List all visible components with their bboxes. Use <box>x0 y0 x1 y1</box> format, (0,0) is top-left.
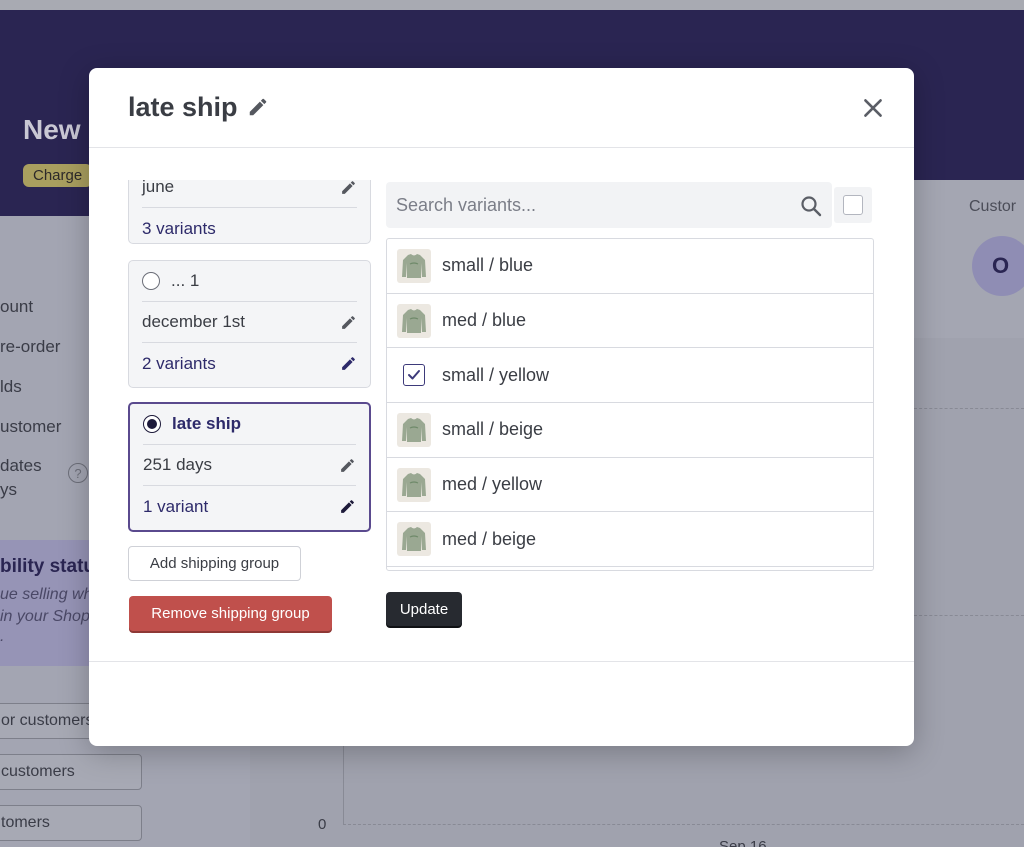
pencil-icon[interactable] <box>339 498 356 515</box>
search-icon[interactable] <box>799 194 823 218</box>
pencil-icon[interactable] <box>340 314 357 331</box>
status-badge: Charge <box>23 164 93 187</box>
visibility-text-line: in your Shop <box>0 608 90 625</box>
pencil-icon[interactable] <box>340 180 357 196</box>
variant-search <box>386 182 832 228</box>
customers-button[interactable]: tomers <box>0 805 142 841</box>
group-shipping-row: 251 days <box>143 445 356 486</box>
select-all-checkbox[interactable] <box>834 187 872 223</box>
chart-gridline <box>914 408 1024 409</box>
chart-gridline <box>914 615 1024 616</box>
browser-top-strip <box>0 0 1024 10</box>
group-shipping-row: june <box>142 180 357 208</box>
chart-x-tick: Sep 16 <box>719 838 767 847</box>
variant-row[interactable]: med / beige <box>387 512 873 568</box>
group-variant-count: 3 variants <box>142 218 216 238</box>
group-name-row: ... 1 <box>142 261 357 302</box>
group-variants-row: 1 variant <box>143 486 356 527</box>
variant-row[interactable]: small / blue <box>387 239 873 294</box>
variant-row[interactable]: small / yellow <box>387 348 873 404</box>
sidebar-item-fields[interactable]: lds <box>0 377 22 397</box>
search-input[interactable] <box>386 182 786 228</box>
variant-label: small / blue <box>442 255 534 276</box>
shipping-groups-list: june 3 variants ... 1 december 1st 2 var… <box>127 180 377 540</box>
group-name: late ship <box>172 414 241 433</box>
update-button[interactable]: Update <box>386 592 462 626</box>
shipping-group-card[interactable]: june 3 variants <box>128 180 371 244</box>
modal-footer-divider <box>89 661 914 662</box>
group-variants-row: 2 variants <box>142 343 357 384</box>
group-shipping-days: 251 days <box>143 455 212 474</box>
sidebar-item-updates[interactable]: dates <box>0 456 42 476</box>
sweater-thumbnail-icon <box>397 303 431 338</box>
visibility-status-title: bility statu <box>0 556 96 577</box>
group-variants-row: 3 variants <box>142 208 357 249</box>
modal-title: late ship <box>128 92 238 122</box>
visibility-text-line: . <box>0 628 5 645</box>
pencil-icon[interactable] <box>247 96 269 118</box>
customers-button[interactable]: customers <box>0 754 142 790</box>
group-radio[interactable] <box>142 272 160 290</box>
sidebar-item-pre-order[interactable]: re-order <box>0 337 60 357</box>
sweater-thumbnail-icon <box>397 248 431 283</box>
sidebar-item-customer[interactable]: ustomer <box>0 417 61 437</box>
page-title: New <box>23 114 81 145</box>
variant-label: small / beige <box>442 419 544 440</box>
pencil-icon[interactable] <box>339 457 356 474</box>
shipping-group-card[interactable]: ... 1 december 1st 2 variants <box>128 260 371 388</box>
pencil-icon[interactable] <box>340 355 357 372</box>
group-shipping-date: june <box>142 180 175 196</box>
customers-label: Custor <box>969 198 1017 215</box>
help-icon[interactable]: ? <box>68 463 88 483</box>
variant-row[interactable]: small / beige <box>387 403 873 458</box>
group-name-row: late ship <box>143 404 356 445</box>
remove-shipping-group-button[interactable]: Remove shipping group <box>129 596 332 631</box>
variant-label: med / blue <box>442 310 527 331</box>
sweater-thumbnail-icon <box>397 522 431 557</box>
checkbox-checked-icon[interactable] <box>403 364 425 387</box>
add-shipping-group-button[interactable]: Add shipping group <box>128 546 301 581</box>
chart-y-tick: 0 <box>318 816 327 833</box>
group-radio-selected[interactable] <box>143 415 161 433</box>
chart-x-axis <box>343 824 1024 825</box>
variant-label: med / beige <box>442 528 537 549</box>
variants-list: small / blue med / blue small / yellow smal… <box>386 238 874 571</box>
sidebar-item-updates-sub[interactable]: ys <box>0 480 17 500</box>
variant-row[interactable]: med / blue <box>387 294 873 349</box>
shipping-group-card-selected[interactable]: late ship 251 days 1 variant <box>128 402 371 532</box>
sweater-thumbnail-icon <box>397 412 431 447</box>
group-shipping-row: december 1st <box>142 302 357 343</box>
group-name: ... 1 <box>171 271 200 290</box>
sidebar-item-account[interactable]: ount <box>0 297 33 317</box>
variant-label: med / yellow <box>442 474 543 495</box>
variant-label: small / yellow <box>442 364 550 385</box>
shipping-group-modal: late ship june 3 variants ... 1 december <box>89 68 914 746</box>
group-variant-count: 1 variant <box>143 496 209 516</box>
variant-row[interactable]: med / yellow <box>387 458 873 513</box>
sweater-thumbnail-icon <box>397 467 431 502</box>
modal-header: late ship <box>89 68 914 148</box>
group-variant-count: 2 variants <box>142 353 216 373</box>
close-icon[interactable] <box>860 95 886 121</box>
avatar: O <box>972 236 1024 296</box>
visibility-text-line: ue selling wh <box>0 586 93 603</box>
group-shipping-date: december 1st <box>142 312 245 331</box>
